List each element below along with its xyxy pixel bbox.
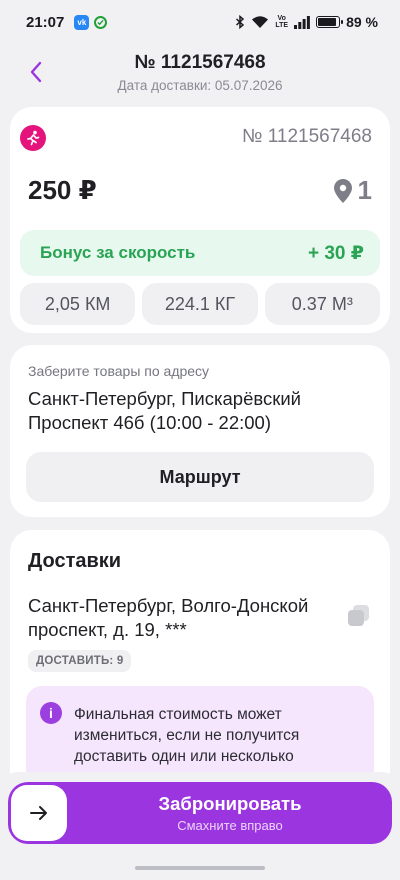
status-right: Vo LTE 89 % (235, 14, 378, 30)
stat-distance: 2,05 КМ (20, 283, 136, 325)
delivery-date: Дата доставки: 05.07.2026 (117, 78, 283, 93)
vk-icon: vk (74, 14, 90, 30)
check-icon (94, 15, 108, 29)
pickup-address: Санкт-Петербург, Пискарёвский Проспект 4… (28, 388, 301, 433)
order-stats: 2,05 КМ 224.1 КГ 0.37 М³ (20, 283, 380, 325)
route-button[interactable]: Маршрут (26, 452, 374, 502)
pickup-card: Заберите товары по адресу Санкт-Петербур… (10, 345, 390, 517)
page-title: № 1121567468 (134, 52, 266, 73)
status-bar: 21:07 vk Vo LTE 89 % (0, 0, 400, 44)
wifi-icon (252, 16, 269, 28)
deliveries-title: Доставки (28, 550, 122, 572)
bluetooth-icon (236, 15, 245, 29)
book-subtitle: Смахните вправо (177, 818, 283, 833)
copy-button[interactable] (346, 603, 372, 629)
points-count: 1 (333, 175, 372, 206)
book-swipe-slider[interactable]: Забронировать Смахните вправо (8, 782, 392, 844)
copy-icon (348, 605, 369, 626)
speed-bonus-value: + 30 ₽ (307, 242, 364, 264)
status-app-icons: vk (74, 14, 108, 30)
order-price: 250 ₽ (28, 175, 97, 205)
pickup-hint: Заберите товары по адресу (28, 363, 210, 379)
points-count-value: 1 (357, 175, 372, 205)
arrow-right-icon (30, 806, 47, 820)
stat-weight: 224.1 КГ (142, 283, 258, 325)
speed-bonus: Бонус за скорость + 30 ₽ (20, 230, 380, 276)
order-card: № 1121567468 250 ₽ 1 Бонус за скорость +… (10, 107, 390, 333)
order-number: № 1121567468 (242, 126, 372, 147)
battery-level (318, 18, 336, 26)
info-icon: i (40, 702, 62, 724)
deliver-count-chip: ДОСТАВИТЬ: 9 (28, 650, 132, 672)
bottom-bar: Забронировать Смахните вправо (0, 772, 400, 880)
swipe-handle[interactable] (11, 785, 67, 841)
signal-icon (294, 15, 310, 29)
stat-volume: 0.37 М³ (264, 283, 380, 325)
runner-icon (20, 125, 46, 151)
battery-percent: 89 % (346, 14, 378, 30)
battery-icon (316, 16, 344, 28)
home-indicator[interactable] (135, 866, 265, 870)
map-pin-icon (333, 178, 352, 203)
book-title: Забронировать (158, 793, 302, 814)
delivery-address: Санкт-Петербург, Волго-Донской проспект,… (28, 595, 309, 640)
header: № 1121567468 Дата доставки: 05.07.2026 (0, 44, 400, 104)
volte-icon: Vo LTE (275, 15, 289, 29)
speed-bonus-label: Бонус за скорость (40, 243, 196, 262)
info-notice-text: Финальная стоимость может измениться, ес… (74, 706, 300, 765)
status-time: 21:07 (26, 13, 65, 31)
